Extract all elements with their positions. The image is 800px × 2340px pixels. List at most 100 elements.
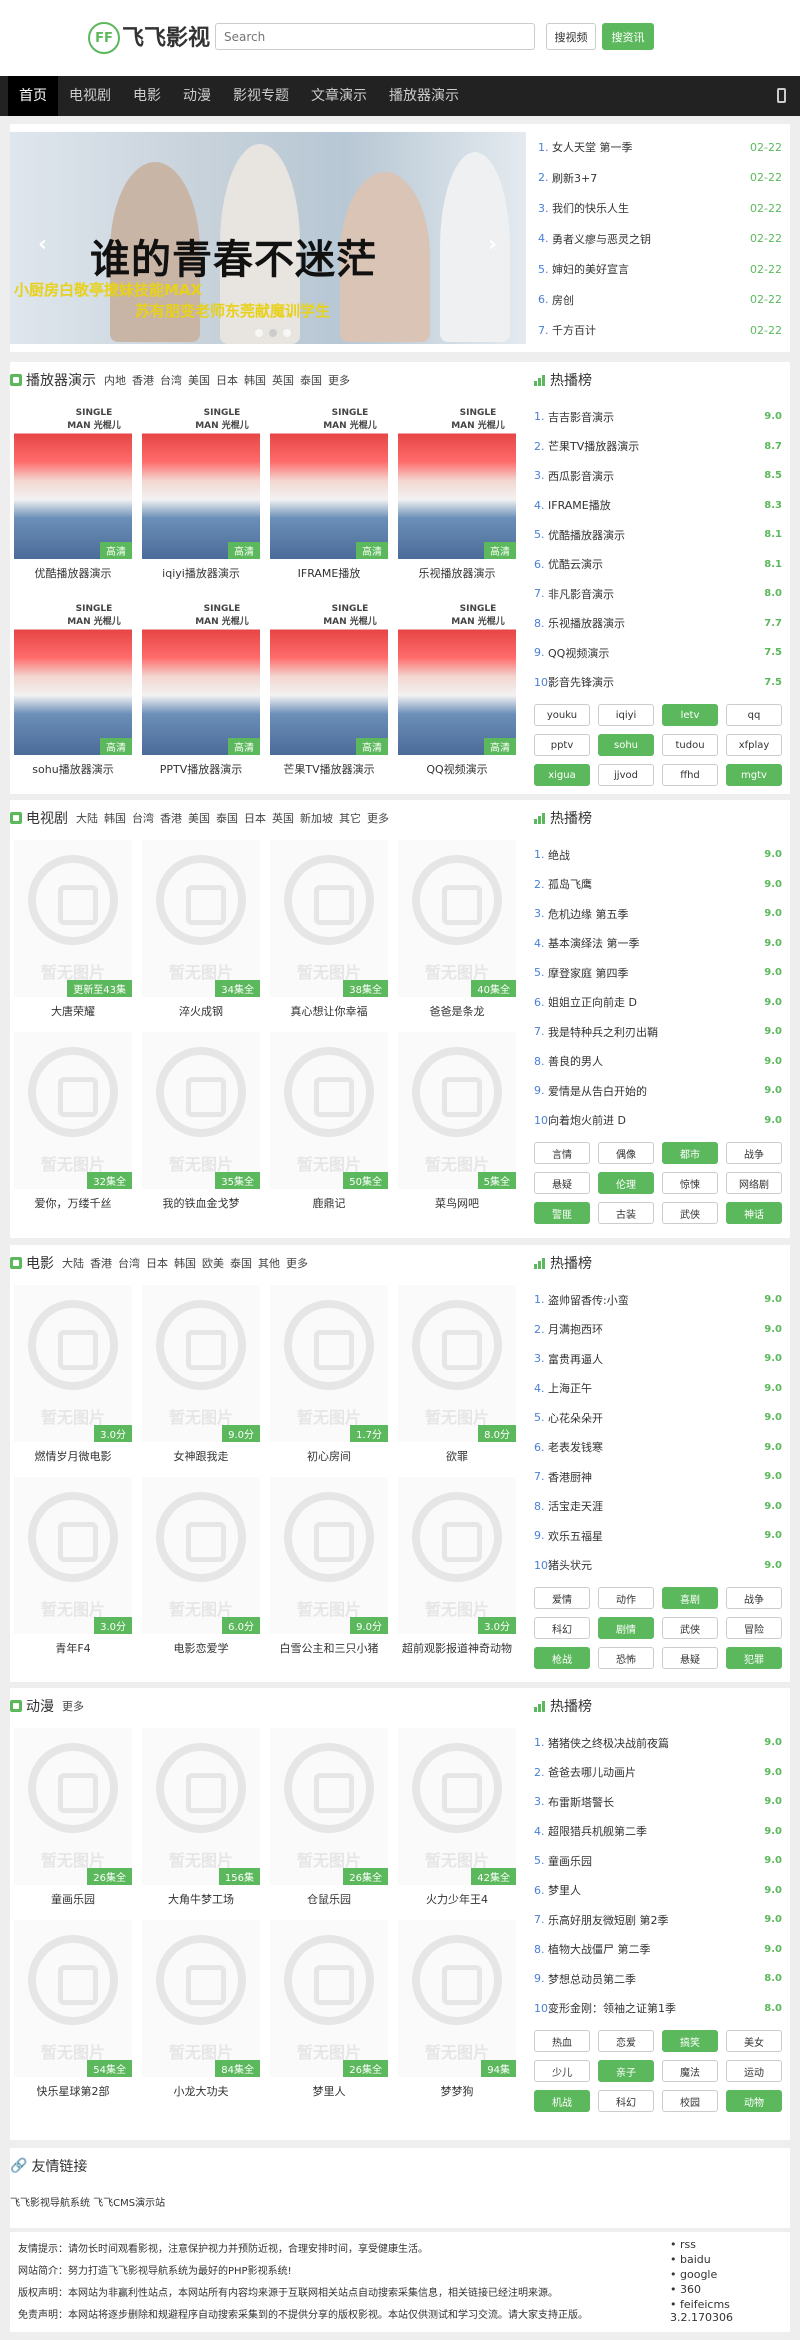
section-filter-link[interactable]: 日本: [244, 810, 266, 826]
item-title[interactable]: 西瓜影音演示: [548, 468, 764, 484]
video-card[interactable]: 暂无图片 34集全 淬火成钢: [142, 840, 260, 1019]
item-title[interactable]: 超限猎兵机舰第二季: [548, 1823, 764, 1839]
video-card[interactable]: 暂无图片 94集 梦梦狗: [398, 1920, 516, 2099]
video-card[interactable]: 暂无图片 38集全 真心想让你幸福: [270, 840, 388, 1019]
list-item[interactable]: 8. 善良的男人 9.0: [534, 1047, 782, 1077]
list-item[interactable]: 6. 姐姐立正向前走 D 9.0: [534, 988, 782, 1018]
list-item[interactable]: 6. 老表发钱寒 9.0: [534, 1433, 782, 1463]
list-item[interactable]: 2. 孤岛飞鹰 9.0: [534, 870, 782, 900]
tag-button[interactable]: tudou: [662, 734, 718, 756]
video-card[interactable]: 暂无图片 42集全 火力少年王4: [398, 1728, 516, 1907]
list-item[interactable]: 10. 影音先锋演示 7.5: [534, 668, 782, 698]
tag-button[interactable]: 冒险: [726, 1617, 782, 1639]
nav-item[interactable]: 影视专题: [222, 76, 300, 116]
video-title[interactable]: 童画乐园: [14, 1891, 132, 1907]
poster-image[interactable]: SINGLE MAN 光棍儿 高清: [14, 598, 132, 755]
no-image-placeholder[interactable]: 暂无图片 3.0分: [398, 1477, 516, 1634]
tag-button[interactable]: 美女: [726, 2030, 782, 2052]
video-title[interactable]: 我的铁血金戈梦: [142, 1195, 260, 1211]
tag-button[interactable]: letv: [662, 704, 718, 726]
video-title[interactable]: 菜鸟网吧: [398, 1195, 516, 1211]
tag-button[interactable]: 校园: [662, 2090, 718, 2112]
search-video-button[interactable]: 搜视频: [546, 23, 596, 50]
section-title[interactable]: 电影: [26, 1253, 54, 1273]
no-image-placeholder[interactable]: 暂无图片 6.0分: [142, 1477, 260, 1634]
video-title[interactable]: 梦里人: [270, 2083, 388, 2099]
section-filter-link[interactable]: 泰国: [300, 372, 322, 388]
item-title[interactable]: 善良的男人: [548, 1053, 764, 1069]
nav-item[interactable]: 首页: [8, 76, 58, 116]
section-filter-link[interactable]: 更多: [286, 1255, 308, 1271]
list-item[interactable]: 9. 梦想总动员第二季 8.0: [534, 1964, 782, 1994]
item-title[interactable]: 植物大战僵尸 第二季: [548, 1941, 764, 1957]
item-title[interactable]: 猪猪侠之终极决战前夜篇: [548, 1735, 764, 1751]
video-title[interactable]: 小龙大功夫: [142, 2083, 260, 2099]
tag-button[interactable]: 喜剧: [662, 1587, 718, 1609]
item-title[interactable]: 变形金刚：领袖之证第1季: [548, 2000, 764, 2016]
mobile-phone-icon[interactable]: [777, 88, 786, 103]
video-card[interactable]: SINGLE MAN 光棍儿 高清 芒果TV播放器演示: [270, 598, 388, 777]
footer-link[interactable]: rss: [670, 2238, 790, 2253]
tag-button[interactable]: 警匪: [534, 1202, 590, 1224]
video-title[interactable]: 淬火成钢: [142, 1003, 260, 1019]
video-title[interactable]: 乐视播放器演示: [398, 565, 516, 581]
item-title[interactable]: 猪头状元: [548, 1557, 764, 1573]
list-item[interactable]: 6. 优酷云演示 8.1: [534, 550, 782, 580]
section-title[interactable]: 电视剧: [26, 808, 68, 828]
list-item[interactable]: 3. 危机边缘 第五季 9.0: [534, 899, 782, 929]
video-title[interactable]: 芒果TV播放器演示: [270, 761, 388, 777]
section-filter-link[interactable]: 泰国: [230, 1255, 252, 1271]
tag-button[interactable]: 伦理: [598, 1172, 654, 1194]
nav-item[interactable]: 文章演示: [300, 76, 378, 116]
item-title[interactable]: 我们的快乐人生: [552, 200, 750, 216]
tag-button[interactable]: 惊悚: [662, 1172, 718, 1194]
tag-button[interactable]: 战争: [726, 1142, 782, 1164]
section-filter-link[interactable]: 泰国: [216, 810, 238, 826]
item-title[interactable]: 我是特种兵之利刃出鞘: [548, 1024, 764, 1040]
item-title[interactable]: 梦想总动员第二季: [548, 1971, 764, 1987]
tag-button[interactable]: xigua: [534, 764, 590, 786]
tag-button[interactable]: 神话: [726, 1202, 782, 1224]
item-title[interactable]: 危机边缘 第五季: [548, 906, 764, 922]
footer-link[interactable]: feifeicms 3.2.170306: [670, 2298, 790, 2324]
item-title[interactable]: 姐姐立正向前走 D: [548, 994, 764, 1010]
item-title[interactable]: 乐高好朋友微短剧 第2季: [548, 1912, 764, 1928]
list-item[interactable]: 2. 爸爸去哪儿动画片 9.0: [534, 1758, 782, 1788]
section-filter-link[interactable]: 台湾: [132, 810, 154, 826]
list-item[interactable]: 5. 婶妇的美好宣言 02-22: [538, 254, 782, 285]
video-title[interactable]: 初心房间: [270, 1448, 388, 1464]
video-title[interactable]: 爱你，万缕千丝: [14, 1195, 132, 1211]
video-title[interactable]: PPTV播放器演示: [142, 761, 260, 777]
list-item[interactable]: 9. 欢乐五福星 9.0: [534, 1521, 782, 1551]
nav-item[interactable]: 电影: [122, 76, 172, 116]
tag-button[interactable]: 魔法: [662, 2060, 718, 2082]
video-title[interactable]: 快乐星球第2部: [14, 2083, 132, 2099]
no-image-placeholder[interactable]: 暂无图片 84集全: [142, 1920, 260, 2077]
item-title[interactable]: 非凡影音演示: [548, 586, 764, 602]
item-title[interactable]: 向着炮火前进 D: [548, 1112, 764, 1128]
item-title[interactable]: 活宝走天涯: [548, 1498, 764, 1514]
section-filter-link[interactable]: 新加坡: [300, 810, 333, 826]
video-card[interactable]: SINGLE MAN 光棍儿 高清 PPTV播放器演示: [142, 598, 260, 777]
nav-item[interactable]: 播放器演示: [378, 76, 470, 116]
section-filter-link[interactable]: 香港: [160, 810, 182, 826]
tag-button[interactable]: 热血: [534, 2030, 590, 2052]
section-filter-link[interactable]: 更多: [367, 810, 389, 826]
friend-links-list[interactable]: 飞飞影视导航系统 飞飞CMS演示站: [10, 2194, 165, 2209]
no-image-placeholder[interactable]: 暂无图片 9.0分: [142, 1285, 260, 1442]
item-title[interactable]: 绝战: [548, 847, 764, 863]
tag-button[interactable]: 网络剧: [726, 1172, 782, 1194]
list-item[interactable]: 2. 芒果TV播放器演示 8.7: [534, 432, 782, 462]
search-news-button[interactable]: 搜资讯: [602, 23, 654, 50]
list-item[interactable]: 1. 绝战 9.0: [534, 840, 782, 870]
video-card[interactable]: 暂无图片 156集 大角牛梦工场: [142, 1728, 260, 1907]
no-image-placeholder[interactable]: 暂无图片 42集全: [398, 1728, 516, 1885]
video-card[interactable]: 暂无图片 1.7分 初心房间: [270, 1285, 388, 1464]
tag-button[interactable]: xfplay: [726, 734, 782, 756]
no-image-placeholder[interactable]: 暂无图片 94集: [398, 1920, 516, 2077]
slider-dot[interactable]: [283, 329, 291, 337]
section-filter-link[interactable]: 台湾: [160, 372, 182, 388]
video-card[interactable]: 暂无图片 3.0分 燃情岁月微电影: [14, 1285, 132, 1464]
item-title[interactable]: 摩登家庭 第四季: [548, 965, 764, 981]
item-title[interactable]: QQ视频演示: [548, 645, 764, 661]
